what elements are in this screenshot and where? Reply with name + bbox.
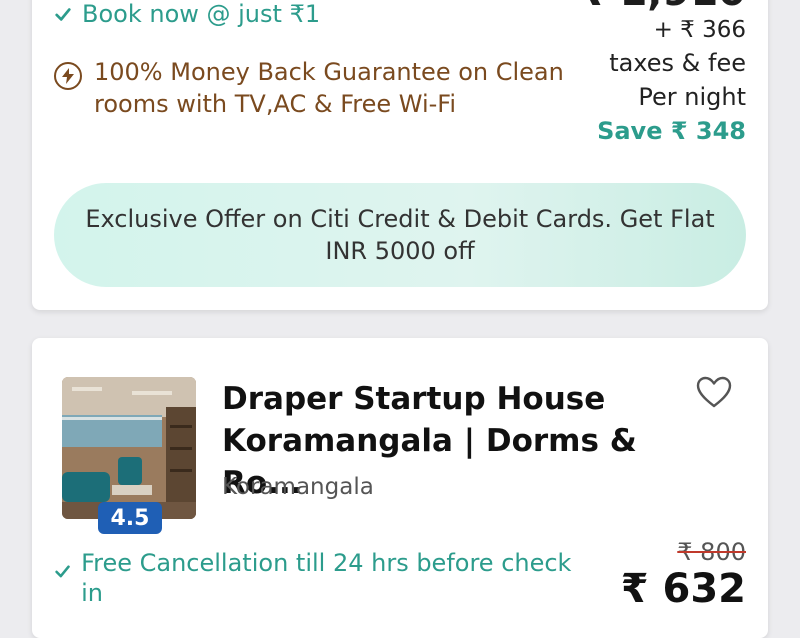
locality: Koramangala	[222, 474, 374, 500]
guarantee-text: 100% Money Back Guarantee on Clean rooms…	[94, 58, 564, 118]
price: ₹ 632	[620, 566, 746, 612]
price-block: ₹ 1,910 + ₹ 366 taxes & fee Per night Sa…	[578, 0, 746, 148]
check-icon	[55, 565, 70, 578]
book-now-row: Book now @ just ₹1	[54, 0, 320, 28]
price: ₹ 1,910	[578, 0, 746, 14]
original-price: ₹ 800	[677, 538, 746, 566]
listing-card[interactable]: 4.5 Draper Startup House Koramangala | D…	[32, 338, 768, 638]
citi-offer-banner[interactable]: Exclusive Offer on Citi Credit & Debit C…	[54, 183, 746, 287]
free-cancellation-text: Free Cancellation till 24 hrs before che…	[81, 549, 572, 607]
savings-text: Save ₹ 348	[597, 117, 746, 145]
listing-card[interactable]: Book now @ just ₹1 100% Money Back Guara…	[32, 0, 768, 310]
rating-badge: 4.5	[98, 502, 162, 534]
per-night-label: Per night	[638, 83, 746, 111]
heart-icon[interactable]	[696, 376, 732, 408]
money-back-guarantee: 100% Money Back Guarantee on Clean rooms…	[54, 56, 574, 120]
hotel-image[interactable]	[62, 377, 196, 519]
lightning-icon	[54, 62, 82, 90]
free-cancellation: Free Cancellation till 24 hrs before che…	[54, 548, 574, 608]
check-icon	[55, 8, 71, 21]
book-now-text: Book now @ just ₹1	[82, 0, 321, 28]
taxes-label: taxes & fee	[609, 49, 746, 77]
taxes-amount: + ₹ 366	[653, 17, 746, 43]
